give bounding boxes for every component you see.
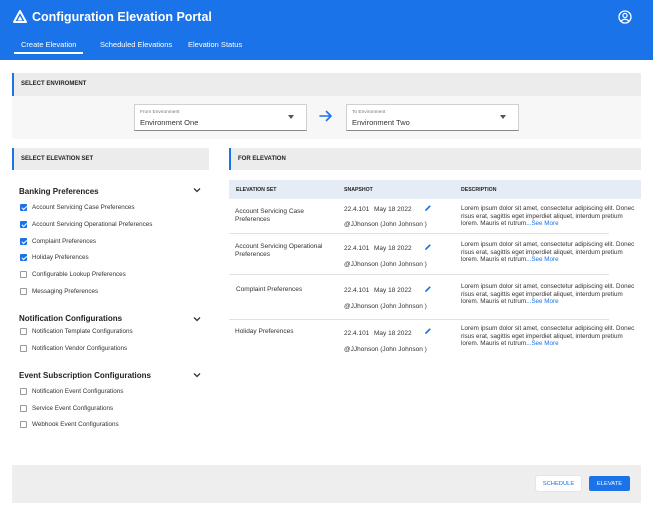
checkbox[interactable] [20,203,27,211]
app-title: Configuration Elevation Portal [32,10,212,24]
top-app-bar: Configuration Elevation Portal Create El… [0,0,653,60]
snapshot-date: May 18 2022 [374,206,412,213]
table-cell-elevation-set: Account Servicing Operational Preference… [235,243,323,258]
checkbox[interactable] [20,404,27,412]
checkbox[interactable] [20,253,27,261]
account-circle-icon[interactable] [618,10,632,24]
checkbox[interactable] [20,387,27,395]
checkbox-label: Account Servicing Case Preferences [32,203,135,211]
pencil-icon[interactable] [424,327,432,335]
checkbox-notification-template[interactable]: Notification Template Configurations [20,326,133,336]
checkbox-notification-vendor[interactable]: Notification Vendor Configurations [20,343,127,353]
to-environment-value: Environment Two [352,118,410,127]
pencil-icon[interactable] [424,204,432,212]
checkbox-label: Notification Event Configurations [32,387,124,395]
see-more-link[interactable]: ..See More [528,256,559,263]
snapshot-date: May 18 2022 [374,287,412,294]
snapshot-date: May 18 2022 [374,330,412,337]
checkbox-label: Configurable Lookup Preferences [32,270,126,278]
pencil-icon[interactable] [424,285,432,293]
column-header-snapshot: SNAPSHOT [344,187,373,193]
table-cell-description: Lorem ipsum dolor sit amet, consectetur … [461,205,636,228]
from-environment-value: Environment One [140,118,199,127]
group-title-notification-configurations: Notification Configurations [19,314,123,323]
schedule-button[interactable]: SCHEDULE [536,476,581,491]
checkbox[interactable] [20,237,27,245]
checkbox-messaging-preferences[interactable]: Messaging Preferences [20,286,98,296]
group-title-banking-preferences: Banking Preferences [19,187,99,196]
checkbox-label: Service Event Configurations [32,404,114,412]
from-environment-select[interactable]: From Environment Environment One [134,104,307,131]
table-header: ELEVATION SET SNAPSHOT DESCRIPTION [229,180,641,199]
column-header-elevation-set: ELEVATION SET [236,187,277,193]
from-environment-label: From Environment [140,110,180,115]
see-more-link[interactable]: ..See More [528,220,559,227]
environment-heading: SELECT ENVIROMENT [12,73,641,96]
snapshot-user: @JJhonson (John Johnson ) [344,346,427,353]
group-title-event-subscription: Event Subscription Configurations [19,371,152,380]
checkbox[interactable] [20,220,27,228]
checkbox-label: Webhook Event Configurations [32,420,119,428]
checkbox-label: Account Servicing Operational Preference… [32,220,153,228]
checkbox-account-servicing-case[interactable]: Account Servicing Case Preferences [20,202,135,212]
checkbox-holiday-preferences[interactable]: Holiday Preferences [20,252,89,262]
snapshot-version: 22.4.101 [344,287,370,294]
checkbox-configurable-lookup[interactable]: Configurable Lookup Preferences [20,269,126,279]
caret-down-icon [500,115,506,119]
elevate-button[interactable]: ELEVATE [589,476,630,491]
tab-elevation-status[interactable]: Elevation Status [188,40,242,49]
chevron-down-icon[interactable] [193,372,201,378]
checkbox-notification-event[interactable]: Notification Event Configurations [20,386,123,396]
snapshot-user: @JJhonson (John Johnson ) [344,221,427,228]
snapshot-version: 22.4.101 [344,330,370,337]
checkbox[interactable] [20,287,27,295]
arrow-right-icon [319,110,332,122]
row-divider [229,319,609,320]
checkbox-label: Notification Vendor Configurations [32,344,128,352]
table-cell-description: Lorem ipsum dolor sit amet, consectetur … [461,283,636,306]
chevron-down-icon[interactable] [193,187,201,193]
row-divider [229,274,609,275]
for-elevation-heading: FOR ELEVATION [229,148,641,170]
row-divider [229,233,609,234]
snapshot-user: @JJhonson (John Johnson ) [344,303,427,310]
to-environment-label: To Environment [352,110,386,115]
see-more-link[interactable]: ..See More [528,298,559,305]
checkbox-label: Holiday Preferences [32,253,89,261]
checkbox[interactable] [20,344,27,352]
snapshot-version: 22.4.101 [344,206,370,213]
tab-create-elevation[interactable]: Create Elevation [13,40,84,54]
checkbox-label: Messaging Preferences [32,287,99,295]
snapshot-version: 22.4.101 [344,245,370,252]
select-elevation-set-heading: SELECT ELEVATION SET [12,148,209,170]
table-cell-elevation-set: Holiday Preferences [235,328,294,335]
checkbox-webhook-event[interactable]: Webhook Event Configurations [20,419,119,429]
triangle-logo-icon [13,10,27,23]
see-more-link[interactable]: ..See More [528,340,559,347]
checkbox-account-servicing-operational[interactable]: Account Servicing Operational Preference… [20,219,152,229]
checkbox-service-event[interactable]: Service Event Configurations [20,403,113,413]
checkbox-label: Complaint Preferences [32,237,97,245]
snapshot-user: @JJhonson (John Johnson ) [344,261,427,268]
tab-scheduled-elevations[interactable]: Scheduled Elevations [100,40,172,49]
to-environment-select[interactable]: To Environment Environment Two [346,104,519,131]
snapshot-date: May 18 2022 [374,245,412,252]
pencil-icon[interactable] [424,243,432,251]
caret-down-icon [288,115,294,119]
checkbox-complaint-preferences[interactable]: Complaint Preferences [20,236,96,246]
table-cell-description: Lorem ipsum dolor sit amet, consectetur … [461,325,636,348]
chevron-down-icon[interactable] [193,316,201,322]
table-cell-elevation-set: Account Servicing Case Preferences [235,208,305,223]
checkbox[interactable] [20,270,27,278]
checkbox[interactable] [20,327,27,335]
checkbox[interactable] [20,420,27,428]
column-header-description: DESCRIPTION [461,187,497,193]
checkbox-label: Notification Template Configurations [32,327,133,335]
table-cell-description: Lorem ipsum dolor sit amet, consectetur … [461,241,636,264]
table-cell-elevation-set: Complaint Preferences [236,286,303,293]
